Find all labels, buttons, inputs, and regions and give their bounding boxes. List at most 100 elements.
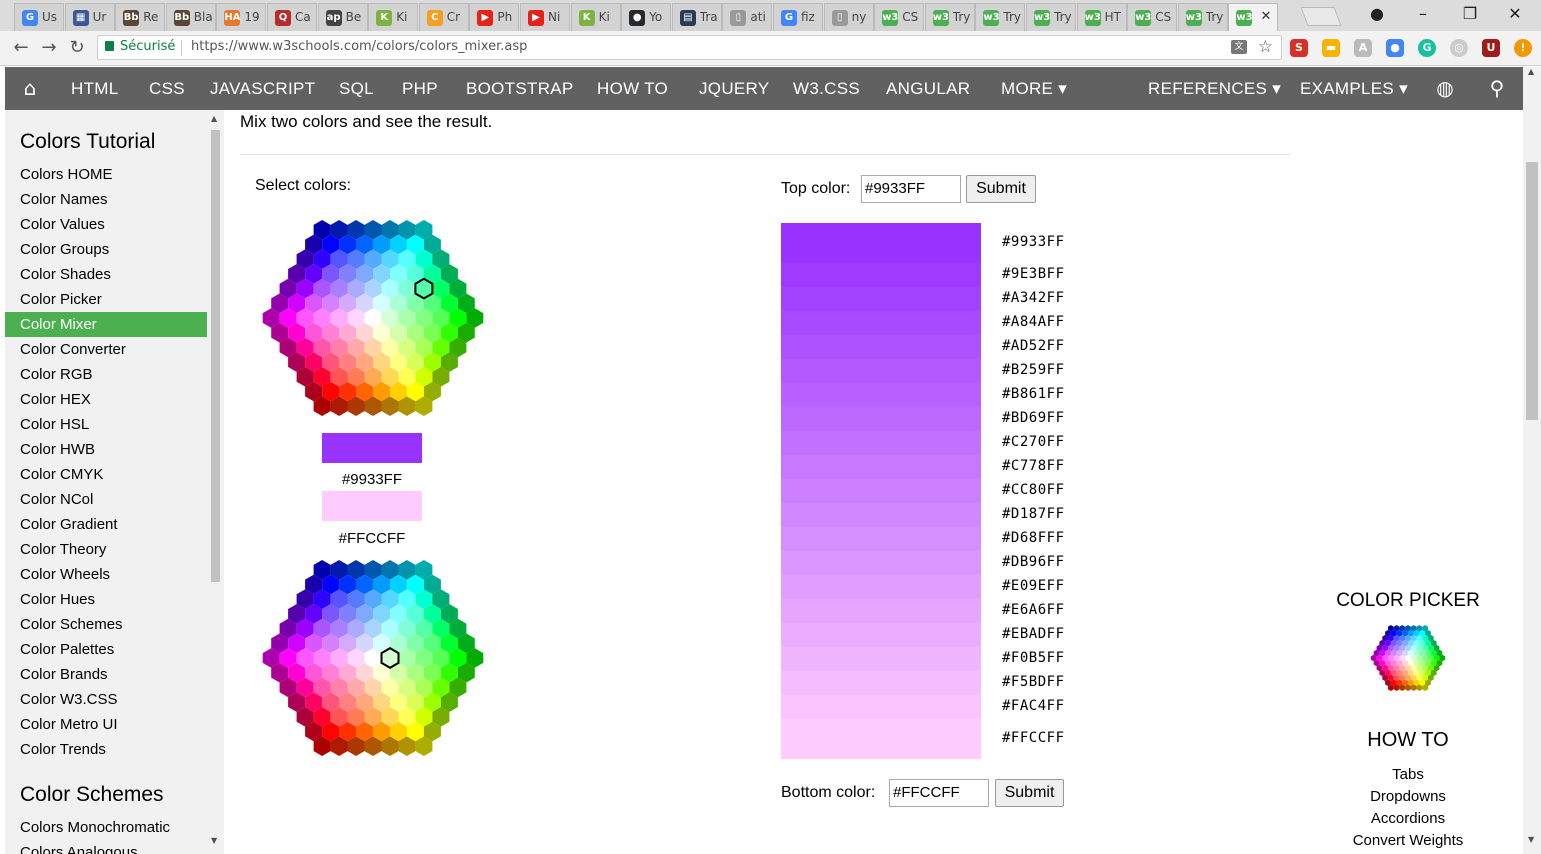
browser-tab[interactable]: ▯ ati [722,3,773,31]
sidebar-item-color-wheels[interactable]: Color Wheels [5,562,207,587]
browser-tab[interactable]: ▶ Ph [469,3,520,31]
minimize-window-button[interactable]: – [1408,4,1438,23]
browser-tab[interactable]: ▤ Tra [671,3,722,31]
browser-tab[interactable]: ap Be [317,3,368,31]
reload-icon[interactable]: ↻ [66,37,88,59]
bookmark-star-icon[interactable]: ☆ [1258,37,1273,57]
sidebar-scrollbar[interactable]: ▲ ▼ [208,114,222,854]
sidebar-item-color-hsl[interactable]: Color HSL [5,412,207,437]
nav-item-javascript[interactable]: JAVASCRIPT [210,67,315,110]
account-icon[interactable]: ● [1362,4,1392,23]
howto-link-dropdowns[interactable]: Dropdowns [1318,788,1498,805]
sidebar-item-color-theory[interactable]: Color Theory [5,537,207,562]
nav-item-jquery[interactable]: JQUERY [699,67,769,110]
sidebar-item-color-gradient[interactable]: Color Gradient [5,512,207,537]
globe-icon[interactable]: ◍ [1430,67,1460,110]
extension-notes-icon[interactable]: ▬ [1322,39,1340,57]
browser-tab[interactable]: Q Ca [267,3,317,31]
howto-link-tabs[interactable]: Tabs [1318,766,1498,783]
nav-item-more[interactable]: MORE ▾ [1001,67,1067,110]
browser-tab[interactable]: w3 Try [975,3,1026,31]
sidebar-item-color-ncol[interactable]: Color NCol [5,487,207,512]
sidebar-item-colors-monochromatic[interactable]: Colors Monochromatic [5,815,207,840]
sidebar-item-color-converter[interactable]: Color Converter [5,337,207,362]
extension-alert-icon[interactable]: ! [1514,39,1532,57]
sidebar-item-color-hwb[interactable]: Color HWB [5,437,207,462]
browser-tab[interactable]: K Ki [570,3,621,31]
sidebar-item-colors-home[interactable]: Colors HOME [5,162,207,187]
browser-tab[interactable]: w3 ✕ [1228,3,1279,31]
browser-tab[interactable]: G Us [14,3,64,31]
color-hexagon-map-bottom[interactable] [255,557,491,759]
nav-item-references[interactable]: REFERENCES ▾ [1148,67,1281,110]
browser-tab[interactable]: w3 CS [874,3,925,31]
browser-tab[interactable]: ▦ Ur [64,3,115,31]
browser-tab[interactable]: Gfiz [773,3,823,31]
color-picker-icon[interactable] [1369,624,1447,692]
sidebar-item-color-brands[interactable]: Color Brands [5,662,207,687]
close-tab-icon[interactable]: ✕ [1260,9,1271,24]
sidebar-item-color-palettes[interactable]: Color Palettes [5,637,207,662]
sidebar-item-color-picker[interactable]: Color Picker [5,287,207,312]
browser-tab[interactable]: Bb Re [115,3,166,31]
bottom-submit-button[interactable]: Submit [995,779,1064,807]
forward-arrow-icon[interactable]: → [38,37,60,59]
color-hexagon-map-top[interactable] [255,217,491,419]
extension-s-icon[interactable]: S [1290,39,1308,57]
page-scrollbar[interactable]: ▲ ▼ [1523,67,1541,854]
browser-tab[interactable]: w3 Try [924,3,975,31]
bottom-color-input[interactable]: #FFCCFF [889,779,989,807]
browser-tab[interactable]: HA 19 [216,3,267,31]
new-tab-button[interactable] [1300,7,1342,26]
browser-tab[interactable]: ● Yo [621,3,672,31]
sidebar-item-color-hex[interactable]: Color HEX [5,387,207,412]
browser-tab[interactable]: w3 Try [1177,3,1228,31]
sidebar-item-color-schemes[interactable]: Color Schemes [5,612,207,637]
browser-tab[interactable]: K Ki [368,3,419,31]
nav-item-php[interactable]: PHP [402,67,438,110]
translate-icon[interactable]: 文 [1231,40,1247,54]
howto-link-accordions[interactable]: Accordions [1318,810,1498,827]
nav-item-how-to[interactable]: HOW TO [597,67,668,110]
howto-link-convert-weights[interactable]: Convert Weights [1318,832,1498,849]
sidebar-item-color-w3-css[interactable]: Color W3.CSS [5,687,207,712]
nav-item-html[interactable]: HTML [71,67,118,110]
nav-item-examples[interactable]: EXAMPLES ▾ [1300,67,1408,110]
close-window-button[interactable]: ✕ [1500,4,1530,23]
extension-account-icon[interactable]: ● [1386,39,1404,57]
sidebar-item-color-groups[interactable]: Color Groups [5,237,207,262]
search-icon[interactable]: ⚲ [1482,67,1512,110]
restore-window-button[interactable]: ❐ [1455,4,1485,23]
page-scroll-thumb[interactable] [1526,162,1538,420]
sidebar-item-color-rgb[interactable]: Color RGB [5,362,207,387]
nav-item-w3-css[interactable]: W3.CSS [793,67,860,110]
nav-item-bootstrap[interactable]: BOOTSTRAP [466,67,574,110]
back-arrow-icon[interactable]: ← [10,37,32,59]
extension-gray-icon[interactable]: ◎ [1450,39,1468,57]
browser-tab[interactable]: ▶ Ni [520,3,570,31]
grammarly-icon[interactable]: G [1418,39,1436,57]
sidebar-item-color-names[interactable]: Color Names [5,187,207,212]
sidebar-item-color-shades[interactable]: Color Shades [5,262,207,287]
browser-tab[interactable]: w3 Try [1026,3,1076,31]
address-bar[interactable]: Sécurisé https://www.w3schools.com/color… [97,35,1282,60]
nav-item-angular[interactable]: ANGULAR [886,67,970,110]
sidebar-item-color-cmyk[interactable]: Color CMYK [5,462,207,487]
top-color-input[interactable]: #9933FF [861,175,961,203]
sidebar-item-color-mixer[interactable]: Color Mixer [5,312,207,337]
home-icon[interactable]: ⌂ [15,67,45,110]
browser-tab[interactable]: w3 CS [1127,3,1178,31]
sidebar-item-colors-analogous[interactable]: Colors Analogous [5,840,207,854]
sidebar-scroll-thumb[interactable] [211,130,220,582]
ublock-icon[interactable]: U [1482,39,1500,57]
browser-tab[interactable]: w3 HT [1076,3,1127,31]
nav-item-css[interactable]: CSS [149,67,185,110]
extension-pdf-icon[interactable]: A [1354,39,1372,57]
url-text[interactable]: https://www.w3schools.com/colors/colors_… [191,39,527,54]
sidebar-item-color-trends[interactable]: Color Trends [5,737,207,762]
browser-tab[interactable]: ▯ ny [823,3,874,31]
sidebar-item-color-values[interactable]: Color Values [5,212,207,237]
sidebar-item-color-metro-ui[interactable]: Color Metro UI [5,712,207,737]
nav-item-sql[interactable]: SQL [339,67,374,110]
top-submit-button[interactable]: Submit [966,175,1036,203]
